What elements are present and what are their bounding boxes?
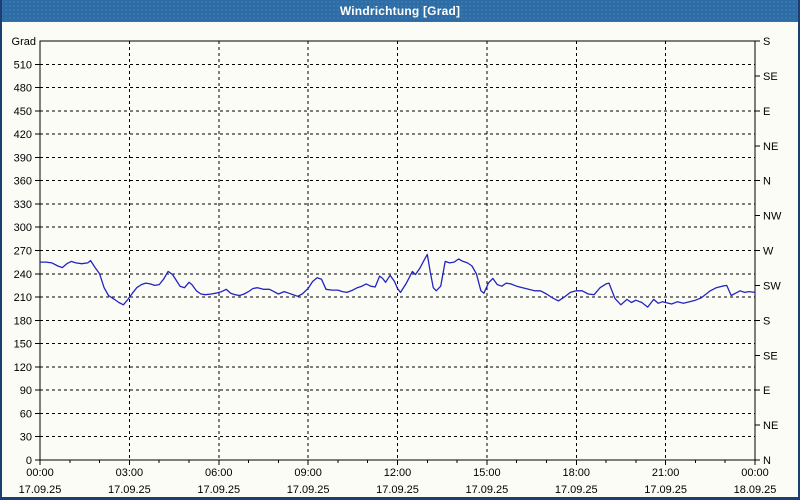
y-axis-tick-label: 480 [14,83,32,95]
x-axis-date-label: 17.09.25 [108,484,151,496]
x-axis-time-label: 12:00 [384,467,412,479]
y-axis-title: Grad [12,36,36,48]
y-axis-tick-label: 450 [14,106,32,118]
compass-tick-label: W [763,246,774,258]
y-axis-tick-label: 390 [14,152,32,164]
x-axis-time-label: 00:00 [741,467,769,479]
compass-tick-label: NE [763,420,778,432]
x-axis-time-label: 15:00 [473,467,501,479]
compass-tick-label: S [763,315,770,327]
y-axis-tick-label: 150 [14,339,32,351]
wind-direction-chart: 0 30 60 90 120 150 180 210 240 270 300 330 360 390 420… [12,36,782,496]
y-axis-tick-label: 360 [14,176,32,188]
y-axis-tick-label: 0 [26,455,32,467]
x-axis-time-label: 21:00 [652,467,680,479]
x-axis-time-label: 00:00 [26,467,54,479]
x-axis-time-label: 03:00 [116,467,144,479]
x-axis-date-label: 17.09.25 [465,484,508,496]
y-axis-tick-label: 300 [14,222,32,234]
compass-tick-label: E [763,106,770,118]
y-axis-tick-label: 270 [14,246,32,258]
x-axis-date-label: 17.09.25 [644,484,687,496]
compass-tick-label: N [763,455,771,467]
x-axis-time-label: 09:00 [294,467,322,479]
compass-tick-label: NW [763,211,782,223]
x-axis-date-label: 18.09.25 [734,484,777,496]
y-axis-tick-label: 60 [20,408,32,420]
y-axis-tick-label: 240 [14,269,32,281]
y-axis-tick-label: 420 [14,129,32,141]
y-axis-tick-label: 510 [14,59,32,71]
window-title: Windrichtung [Grad] [339,4,461,18]
x-axis-date-label: 17.09.25 [287,484,330,496]
y-axis-tick-label: 90 [20,385,32,397]
x-axis-date-label: 17.09.25 [19,484,62,496]
y-axis-tick-label: 120 [14,362,32,374]
y-axis-tick-label: 180 [14,315,32,327]
compass-tick-label: NE [763,141,778,153]
compass-tick-label: E [763,385,770,397]
chart-window: Windrichtung [Grad] 0 30 60 90 120 150 180 210 2… [0,0,800,500]
compass-tick-label: S [763,36,770,48]
x-axis-date-label: 17.09.25 [555,484,598,496]
y-axis-tick-label: 30 [20,432,32,444]
compass-tick-label: SE [763,71,778,83]
y-axis-tick-label: 210 [14,292,32,304]
x-axis-time-label: 18:00 [562,467,590,479]
y-axis-tick-label: 330 [14,199,32,211]
compass-tick-label: SW [763,280,781,292]
compass-tick-label: N [763,176,771,188]
x-axis-date-label: 17.09.25 [376,484,419,496]
compass-tick-label: SE [763,350,778,362]
x-axis-time-label: 06:00 [205,467,233,479]
x-axis-date-label: 17.09.25 [197,484,240,496]
window-titlebar: Windrichtung [Grad] [0,0,800,22]
